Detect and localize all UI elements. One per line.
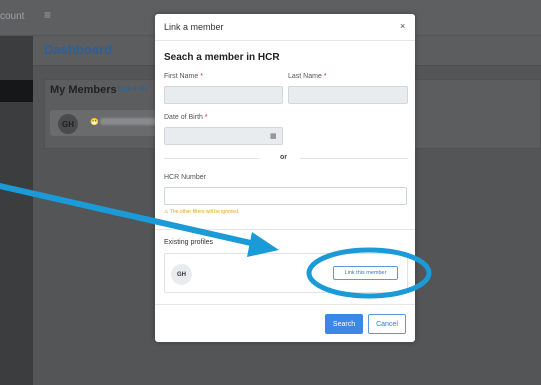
divider-left xyxy=(164,158,259,159)
cancel-button[interactable]: Cancel xyxy=(368,314,406,334)
calendar-icon[interactable]: ▦ xyxy=(270,132,277,140)
page-title: Dashboard xyxy=(44,42,112,57)
footer-divider xyxy=(155,304,415,305)
sidebar-active-item[interactable] xyxy=(0,80,33,102)
first-name-field[interactable] xyxy=(164,86,283,104)
member-name-blurred xyxy=(100,118,160,125)
warning-text: ⚠ The other filters will be ignored. xyxy=(164,209,240,215)
hcr-number-field[interactable] xyxy=(164,187,407,205)
first-name-label: First Name * xyxy=(164,73,203,80)
hcr-number-label: HCR Number xyxy=(164,174,207,181)
last-name-label: Last Name * xyxy=(288,73,327,80)
profile-avatar: GH xyxy=(171,264,192,285)
link-this-member-button[interactable]: Link this member xyxy=(333,266,398,280)
account-label[interactable]: count xyxy=(0,11,24,22)
sidebar xyxy=(0,36,33,385)
modal-header: Link a member × xyxy=(155,14,415,41)
search-section-title: Seach a member in HCR xyxy=(164,52,280,63)
existing-profiles-title: Existing profiles xyxy=(164,239,214,246)
dob-label: Date of Birth * xyxy=(164,114,208,121)
divider xyxy=(155,229,415,230)
last-name-field[interactable] xyxy=(288,86,408,104)
search-button[interactable]: Search xyxy=(325,314,363,334)
member-avatar: GH xyxy=(58,114,78,134)
link-member-link[interactable]: Link a Me xyxy=(118,86,148,93)
mask-emoji-icon: 😷 xyxy=(90,119,99,126)
hamburger-icon[interactable]: ≡ xyxy=(44,8,51,22)
members-title: My Members xyxy=(50,84,117,96)
or-label: or xyxy=(280,154,287,161)
divider-right xyxy=(300,158,408,159)
modal-title: Link a member xyxy=(164,22,224,32)
dob-field[interactable] xyxy=(164,127,283,145)
link-member-modal: Link a member × Seach a member in HCR Fi… xyxy=(155,14,415,342)
close-icon[interactable]: × xyxy=(400,21,405,31)
